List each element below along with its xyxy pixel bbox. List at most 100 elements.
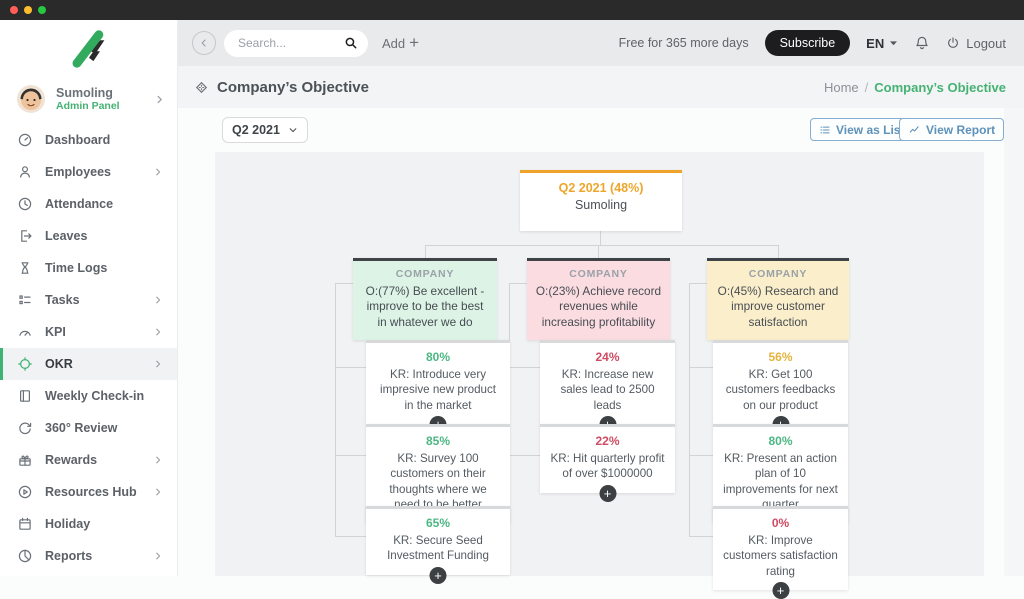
breadcrumb-current[interactable]: Company’s Objective xyxy=(874,80,1006,95)
connector-line xyxy=(689,455,713,456)
sidebar-item-reports[interactable]: Reports xyxy=(0,540,177,572)
objective-text: O:(77%) Be excellent - improve to be the… xyxy=(361,284,489,330)
tree-root-node[interactable]: Q2 2021 (48%) Sumoling xyxy=(520,170,682,231)
main-content: Q2 2021 View as List View Report Q xyxy=(178,108,1024,576)
kr-text: KR: Present an action plan of 10 improve… xyxy=(722,451,839,512)
chevron-right-icon xyxy=(153,359,163,369)
tasks-icon xyxy=(17,292,33,308)
chevron-right-icon xyxy=(153,487,163,497)
connector-line xyxy=(425,245,779,246)
user-profile[interactable]: Sumoling Admin Panel xyxy=(0,78,177,124)
sidebar-item-tasks[interactable]: Tasks xyxy=(0,284,177,316)
play-circle-icon xyxy=(17,484,33,500)
sidebar-item-label: Weekly Check-in xyxy=(45,389,177,403)
logout-button[interactable]: Logout xyxy=(946,36,1006,51)
trial-days-text: Free for 365 more days xyxy=(619,36,749,50)
plus-icon: + xyxy=(409,33,419,53)
root-node-subtitle: Sumoling xyxy=(528,198,674,212)
key-result-node[interactable]: 0% KR: Improve customers satisfaction ra… xyxy=(713,506,848,590)
kr-percent: 56% xyxy=(722,350,839,364)
root-node-title: Q2 2021 (48%) xyxy=(528,181,674,195)
bell-icon xyxy=(914,35,930,51)
back-button[interactable] xyxy=(192,31,216,55)
page-title-band: Company’s Objective Home / Company’s Obj… xyxy=(178,66,1024,108)
key-result-node[interactable]: 65% KR: Secure Seed Investment Funding + xyxy=(366,506,510,575)
sync-icon xyxy=(17,420,33,436)
company-tag: COMPANY xyxy=(715,268,841,280)
sidebar-item-label: Attendance xyxy=(45,197,177,211)
caret-down-icon xyxy=(889,40,898,47)
page-title-text: Company’s Objective xyxy=(217,79,369,96)
arrow-left-icon xyxy=(198,37,210,49)
avatar xyxy=(16,84,46,114)
sidebar-item-label: 360° Review xyxy=(45,421,177,435)
kr-percent: 80% xyxy=(375,350,501,364)
notifications-button[interactable] xyxy=(914,35,930,51)
sidebar-item-resources-hub[interactable]: Resources Hub xyxy=(0,476,177,508)
sidebar-item-attendance[interactable]: Attendance xyxy=(0,188,177,220)
breadcrumb-home[interactable]: Home xyxy=(824,80,859,95)
add-child-button[interactable]: + xyxy=(772,582,789,599)
connector-line xyxy=(509,455,540,456)
company-objective-node[interactable]: COMPANY O:(45%) Research and improve cus… xyxy=(707,258,849,340)
view-as-list-button[interactable]: View as List xyxy=(810,118,913,141)
kr-percent: 24% xyxy=(549,350,666,364)
calendar-icon xyxy=(17,516,33,532)
company-objective-node[interactable]: COMPANY O:(23%) Achieve record revenues … xyxy=(527,258,670,340)
view-report-button[interactable]: View Report xyxy=(899,118,1004,141)
sidebar-item-leaves[interactable]: Leaves xyxy=(0,220,177,252)
subscribe-button[interactable]: Subscribe xyxy=(765,30,851,56)
language-label: EN xyxy=(866,36,884,51)
close-window-icon[interactable] xyxy=(10,6,18,14)
kr-text: KR: Secure Seed Investment Funding xyxy=(375,533,501,564)
kr-text: KR: Introduce very impresive new product… xyxy=(375,367,501,413)
sidebar-item-label: Holiday xyxy=(45,517,177,531)
chevron-right-icon xyxy=(153,327,163,337)
sidebar-item-holiday[interactable]: Holiday xyxy=(0,508,177,540)
sidebar-item-dashboard[interactable]: Dashboard xyxy=(0,124,177,156)
window-titlebar xyxy=(0,0,1024,20)
sidebar-item-rewards[interactable]: Rewards xyxy=(0,444,177,476)
connector-line xyxy=(600,231,601,245)
add-child-button[interactable]: + xyxy=(599,485,616,502)
key-result-node[interactable]: 80% KR: Introduce very impresive new pro… xyxy=(366,340,510,424)
language-selector[interactable]: EN xyxy=(866,36,898,51)
kr-text: KR: Hit quarterly profit of over $100000… xyxy=(549,451,666,482)
chevron-right-icon xyxy=(153,455,163,465)
sidebar-item-time-logs[interactable]: Time Logs xyxy=(0,252,177,284)
breadcrumb: Home / Company’s Objective xyxy=(824,80,1006,95)
view-report-label: View Report xyxy=(926,123,995,137)
connector-line xyxy=(509,367,540,368)
sidebar-item-label: Employees xyxy=(45,165,153,179)
company-objective-node[interactable]: COMPANY O:(77%) Be excellent - improve t… xyxy=(353,258,497,340)
search-input[interactable] xyxy=(238,36,344,50)
kr-text: KR: Get 100 customers feedbacks on our p… xyxy=(722,367,839,413)
sidebar-item-weekly-check-in[interactable]: Weekly Check-in xyxy=(0,380,177,412)
add-child-button[interactable]: + xyxy=(430,567,447,584)
chevron-down-icon xyxy=(288,125,298,135)
sidebar-item-kpi[interactable]: KPI xyxy=(0,316,177,348)
connector-line xyxy=(778,245,779,258)
connector-line xyxy=(598,245,599,258)
connector-line xyxy=(689,283,707,284)
chevron-right-icon xyxy=(153,551,163,561)
period-dropdown[interactable]: Q2 2021 xyxy=(222,117,308,143)
add-button[interactable]: Add + xyxy=(382,33,419,53)
connector-line xyxy=(425,245,426,258)
search-icon[interactable] xyxy=(344,36,358,50)
sidebar-item-employees[interactable]: Employees xyxy=(0,156,177,188)
maximize-window-icon[interactable] xyxy=(38,6,46,14)
sidebar-item-okr[interactable]: OKR xyxy=(0,348,177,380)
minimize-window-icon[interactable] xyxy=(24,6,32,14)
company-tag: COMPANY xyxy=(535,268,662,280)
key-result-node[interactable]: 24% KR: Increase new sales lead to 2500 … xyxy=(540,340,675,424)
key-result-node[interactable]: 22% KR: Hit quarterly profit of over $10… xyxy=(540,424,675,493)
chevron-right-icon xyxy=(153,167,163,177)
key-result-node[interactable]: 56% KR: Get 100 customers feedbacks on o… xyxy=(713,340,848,424)
logout-label: Logout xyxy=(966,36,1006,51)
search-bar[interactable] xyxy=(224,30,368,57)
app-logo[interactable] xyxy=(0,20,177,78)
connector-line xyxy=(335,367,366,368)
sidebar-item-360-review[interactable]: 360° Review xyxy=(0,412,177,444)
objective-diamond-icon xyxy=(194,80,209,95)
